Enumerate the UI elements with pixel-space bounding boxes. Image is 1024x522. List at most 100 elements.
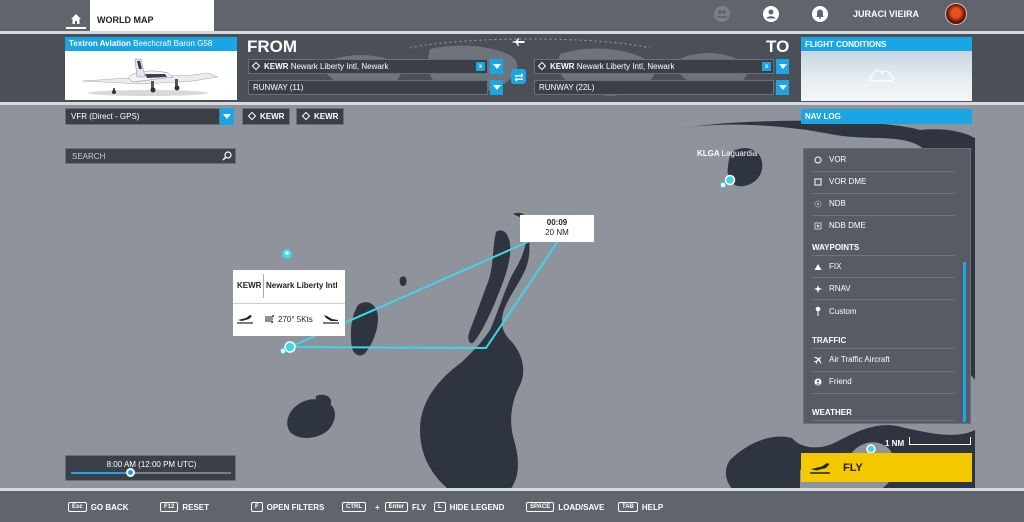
legend-section-traffic: TRAFFIC	[812, 336, 847, 345]
arrival-airport-field[interactable]: KEWR Newark Liberty Intl, Newark	[534, 59, 774, 74]
time-of-day-control[interactable]: 8:00 AM (12:00 PM UTC)	[65, 455, 236, 481]
fly-shortcut-button[interactable]: CTRL + Enter FLY	[342, 502, 426, 512]
legend-item-rnav[interactable]: RNAV	[812, 284, 851, 293]
divider	[812, 255, 955, 256]
wind-icon	[265, 315, 274, 323]
to-label: TO	[766, 37, 790, 56]
legend-label: NDB DME	[829, 221, 866, 230]
flight-conditions-title: FLIGHT CONDITIONS	[801, 37, 972, 51]
legend-item-friend[interactable]: Friend	[812, 377, 852, 386]
open-filters-button[interactable]: F OPEN FILTERS	[251, 502, 324, 512]
chevron-down-icon	[492, 85, 501, 90]
leg-time: 00:09	[546, 218, 568, 227]
map-airport-label[interactable]: KLGA Laguardia	[697, 149, 757, 158]
chevron-down-icon	[778, 64, 787, 69]
departure-dropdown-button[interactable]	[490, 59, 503, 74]
landing-icon[interactable]	[322, 314, 340, 324]
help-button[interactable]: TAB HELP	[618, 502, 663, 512]
route-type-select[interactable]: VFR (Direct - GPS)	[65, 108, 220, 125]
land-mass	[399, 276, 407, 286]
legend-label: NDB	[829, 199, 846, 208]
departure-runway-dropdown[interactable]	[490, 80, 503, 95]
fly-button[interactable]: FLY	[801, 453, 972, 482]
friends-icon[interactable]	[713, 5, 731, 23]
hide-legend-button[interactable]: L HIDE LEGEND	[434, 502, 504, 512]
time-slider-track[interactable]	[71, 468, 231, 477]
leg-info-popup: 00:09 20 NM	[520, 215, 594, 242]
airport-diamond-icon	[247, 111, 257, 121]
clear-departure-button[interactable]: x	[476, 62, 485, 71]
tab-nav-log[interactable]: NAV LOG	[801, 109, 972, 124]
waypoint-label: KEWR	[260, 112, 285, 121]
aircraft-card[interactable]: Textron Aviation Beechcraft Baron G58	[65, 37, 237, 100]
legend-section-waypoints: WAYPOINTS	[812, 243, 860, 252]
legend-item-ndb[interactable]: NDB	[812, 199, 846, 208]
legend-scrollbar[interactable]	[963, 262, 966, 422]
tab-world-map[interactable]: WORLD MAP	[90, 0, 214, 31]
map-scale-bar	[909, 437, 971, 445]
clear-arrival-button[interactable]: x	[762, 62, 771, 71]
hide-legend-label: HIDE LEGEND	[449, 502, 505, 512]
plus-sign: +	[375, 502, 380, 512]
departure-code: KEWR	[264, 62, 289, 71]
divider	[812, 348, 955, 349]
legend-item-fix[interactable]: FIX	[812, 262, 841, 271]
airplane-icon	[511, 38, 525, 46]
load-save-label: LOAD/SAVE	[558, 502, 605, 512]
notifications-icon[interactable]	[811, 5, 829, 23]
reset-button[interactable]: F12 RESET	[160, 502, 209, 512]
divider	[0, 102, 1024, 105]
arrival-name: Newark Liberty Intl, Newark	[576, 62, 675, 71]
airport-diamond-icon	[251, 61, 261, 71]
popup-airport-code: KEWR	[237, 281, 262, 290]
profile-icon[interactable]	[762, 5, 780, 23]
divider	[263, 274, 264, 298]
ndb-dme-icon	[814, 222, 822, 229]
fly-shortcut-label: FLY	[412, 502, 427, 512]
reset-label: RESET	[182, 502, 210, 512]
takeoff-icon[interactable]	[236, 314, 254, 324]
legend-label: VOR	[829, 155, 847, 164]
route-type-dropdown[interactable]	[220, 108, 234, 125]
waypoint-chip[interactable]: KEWR	[242, 108, 290, 125]
arrival-runway-field[interactable]: RUNWAY (22L)	[534, 80, 774, 95]
avatar[interactable]	[945, 3, 967, 25]
leg-distance: 20 NM	[545, 228, 569, 237]
legend-item-ndb-dme[interactable]: NDB DME	[812, 221, 866, 230]
airport-info-popup[interactable]: KEWR Newark Liberty Intl 270° 5Kts	[233, 270, 345, 336]
chevron-down-icon	[223, 114, 231, 119]
divider	[812, 393, 955, 394]
open-filters-label: OPEN FILTERS	[266, 502, 325, 512]
arrival-code: KEWR	[550, 62, 575, 71]
flight-conditions-panel[interactable]: FLIGHT CONDITIONS	[801, 37, 972, 101]
username[interactable]: JURACI VIEIRA	[853, 9, 919, 19]
legend-label: Air Traffic Aircraft	[829, 355, 890, 364]
key-l: L	[434, 502, 446, 512]
swap-airports-button[interactable]	[511, 69, 526, 84]
time-slider-handle[interactable]	[125, 468, 135, 477]
search-input[interactable]: SEARCH	[65, 148, 236, 164]
key-tab: TAB	[618, 502, 638, 512]
legend-item-vor[interactable]: VOR	[812, 155, 846, 164]
legend-item-custom[interactable]: Custom	[812, 306, 857, 316]
legend-item-air-traffic[interactable]: Air Traffic Aircraft	[812, 355, 890, 364]
divider	[812, 277, 955, 278]
airport-diamond-icon	[537, 61, 547, 71]
divider	[812, 299, 955, 300]
airport-diamond-icon	[301, 111, 311, 121]
search-icon[interactable]	[222, 151, 232, 161]
departure-airport-field[interactable]: KEWR Newark Liberty Intl, Newark	[248, 59, 488, 74]
arrival-runway-dropdown[interactable]	[776, 80, 789, 95]
key-esc: Esc	[68, 502, 87, 512]
go-back-button[interactable]: Esc GO BACK	[68, 502, 128, 512]
star-icon	[814, 284, 822, 293]
aircraft-image	[82, 58, 219, 96]
legend-label: VOR DME	[829, 177, 867, 186]
departure-runway-field[interactable]: RUNWAY (11)	[248, 80, 488, 95]
chevron-down-icon	[778, 85, 787, 90]
load-save-button[interactable]: SPACE LOAD/SAVE	[526, 502, 604, 512]
waypoint-chip[interactable]: KEWR	[296, 108, 344, 125]
arrival-dropdown-button[interactable]	[776, 59, 789, 74]
legend-item-vor-dme[interactable]: VOR DME	[812, 177, 866, 186]
divider	[812, 193, 955, 194]
